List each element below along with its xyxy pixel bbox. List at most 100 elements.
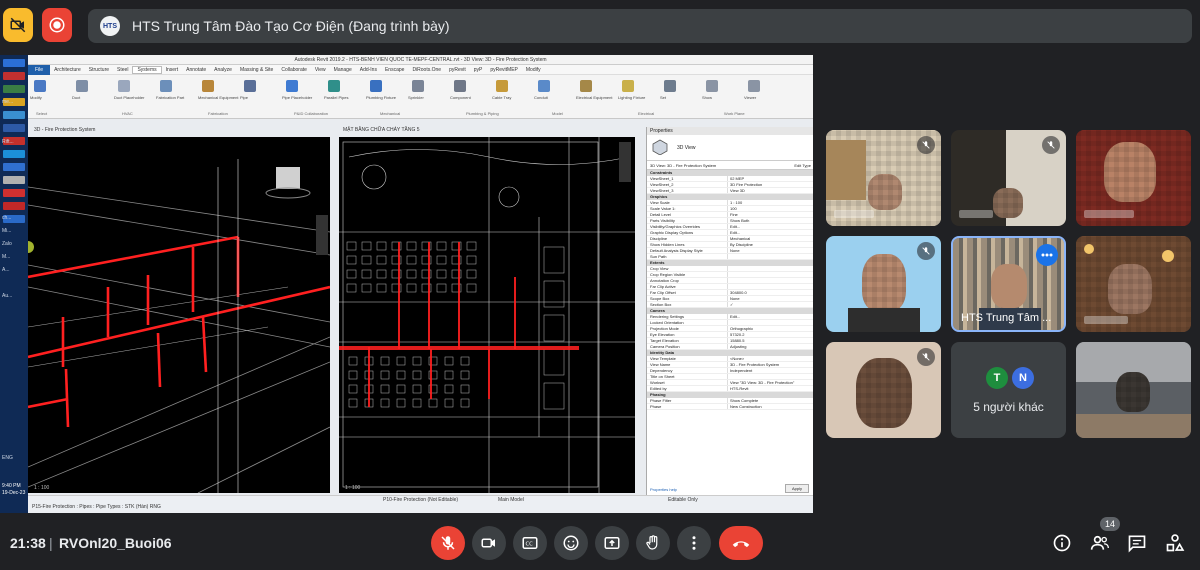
view-scale-left[interactable]: 1 : 100 [34,485,49,491]
property-value[interactable] [727,320,813,325]
participant-tile[interactable] [1076,236,1191,332]
ribbon-tool-label[interactable]: Modify [30,95,42,100]
apply-button[interactable]: Apply [784,484,809,493]
activities-button[interactable] [1162,530,1188,556]
ribbon-tool-icon[interactable] [160,80,172,92]
ribbon-tab[interactable]: Annotate [182,67,210,73]
view-scale-right[interactable]: 1 : 100 [345,485,360,491]
property-value[interactable]: 57320.2 [727,332,813,337]
property-value[interactable]: 3D - Fire Protection System [727,362,813,367]
ribbon-tool-icon[interactable] [370,80,382,92]
ribbon-tab[interactable]: Architecture [50,67,85,73]
ribbon-tool-icon[interactable] [34,80,46,92]
participant-tile-others[interactable]: T N 5 người khác [951,342,1066,438]
ribbon-tool-icon[interactable] [664,80,676,92]
ribbon-tab[interactable]: View [311,67,330,73]
ribbon-tab[interactable]: Manage [330,67,356,73]
participant-tile[interactable] [826,342,941,438]
ribbon-tab[interactable]: Steel [113,67,132,73]
ribbon-tool-label[interactable]: Electrical Equipment [576,95,612,100]
property-value[interactable]: Adjusting [727,344,813,349]
ribbon-tab[interactable]: Collaborate [277,67,311,73]
camera-toggle-button[interactable] [472,526,506,560]
properties-help-link[interactable]: Properties help [650,487,677,492]
property-value[interactable]: ✓ [727,302,813,307]
chat-button[interactable] [1124,530,1150,556]
property-value[interactable] [727,266,813,271]
participant-tile-presenter[interactable]: HTS Trung Tâm ... [951,236,1066,332]
property-value[interactable]: Orthographic [727,326,813,331]
participant-tile[interactable] [951,130,1066,226]
property-value[interactable] [727,254,813,259]
present-screen-button[interactable] [595,526,629,560]
property-value[interactable]: 1 : 100 [727,200,813,205]
ribbon-tab[interactable]: Add-Ins [356,67,381,73]
property-value[interactable] [727,278,813,283]
ribbon-tab[interactable]: pyRevit [445,67,470,73]
property-value[interactable]: None [727,296,813,301]
ribbon-tab[interactable]: File [28,64,51,75]
ribbon-tool-label[interactable]: Parallel Pipes [324,95,348,100]
ribbon-tool-label[interactable]: Conduit [534,95,548,100]
status-editable[interactable]: Editable Only [668,497,698,503]
recording-indicator[interactable] [42,8,72,42]
ribbon-tool-label[interactable]: Component [450,95,471,100]
type-selector[interactable]: 3D View [647,135,813,161]
view-tab-left[interactable]: 3D - Fire Protection System [34,127,95,135]
ribbon-tool-label[interactable]: Viewer [744,95,756,100]
mic-toggle-button[interactable] [431,526,465,560]
property-value[interactable]: 304800.0 [727,290,813,295]
properties-row[interactable]: Phase New Construction [647,404,813,410]
ribbon-tool-icon[interactable] [538,80,550,92]
property-value[interactable]: <None> [727,356,813,361]
ribbon-tool-icon[interactable] [748,80,760,92]
ribbon-tool-icon[interactable] [118,80,130,92]
ribbon-tool-label[interactable]: Sprinkler [408,95,424,100]
ribbon-tool-label[interactable]: Duct [72,95,80,100]
people-button[interactable] [1087,530,1113,556]
ribbon-tool-label[interactable]: Duct Placeholder [114,95,144,100]
participant-tile[interactable] [1076,342,1191,438]
camera-off-button[interactable] [3,8,33,42]
ribbon-tool-label[interactable]: Plumbing Fixture [366,95,396,100]
raise-hand-button[interactable] [636,526,670,560]
more-options-icon[interactable] [1036,244,1058,266]
ribbon-tab[interactable]: pyRevitMEP [486,67,522,73]
ribbon-tool-icon[interactable] [286,80,298,92]
status-system[interactable]: P10-Fire Protection (Not Editable) [383,497,458,503]
viewport-3d[interactable]: 1 : 100 [28,137,330,493]
participant-tile[interactable] [826,236,941,332]
property-value[interactable] [727,284,813,289]
ribbon-tool-label[interactable]: Pipe Placeholder [282,95,312,100]
ribbon-tab[interactable]: Systems [132,65,162,74]
property-value[interactable] [727,374,813,379]
ribbon-tab[interactable]: Analyze [210,67,236,73]
reactions-button[interactable] [554,526,588,560]
property-value[interactable]: Fine [727,212,813,217]
ribbon-tool-icon[interactable] [622,80,634,92]
status-model[interactable]: Main Model [498,497,524,503]
property-value[interactable]: None [727,248,813,253]
ribbon-tab[interactable]: Massing & Site [236,67,277,73]
meeting-info-button[interactable] [1049,530,1075,556]
ribbon-tool-icon[interactable] [412,80,424,92]
ribbon-tool-icon[interactable] [706,80,718,92]
property-value[interactable]: View 3D [727,188,813,193]
ribbon-tab[interactable]: Structure [85,67,113,73]
captions-button[interactable]: CC [513,526,547,560]
ribbon-tool-icon[interactable] [496,80,508,92]
property-value[interactable]: View "3D View: 3D - Fire Protection" [727,380,813,385]
ribbon-tool-label[interactable]: Pipe [240,95,248,100]
ribbon-tool-label[interactable]: Show [702,95,712,100]
ribbon-tab[interactable]: Modify [522,67,545,73]
ribbon-tool-icon[interactable] [328,80,340,92]
instance-selector[interactable]: 3D View: 3D - Fire Protection System Edi… [647,161,813,170]
property-value[interactable]: Edit... [727,230,813,235]
property-value[interactable]: New Construction [727,404,813,409]
participant-tile[interactable] [1076,130,1191,226]
ribbon-tab[interactable]: Enscape [381,67,408,73]
ribbon-tool-label[interactable]: Lighting Fixture [618,95,645,100]
edit-type-button[interactable]: Edit Type [794,161,811,170]
property-value[interactable]: Show Complete [727,398,813,403]
ribbon-tab[interactable]: pyP [470,67,487,73]
